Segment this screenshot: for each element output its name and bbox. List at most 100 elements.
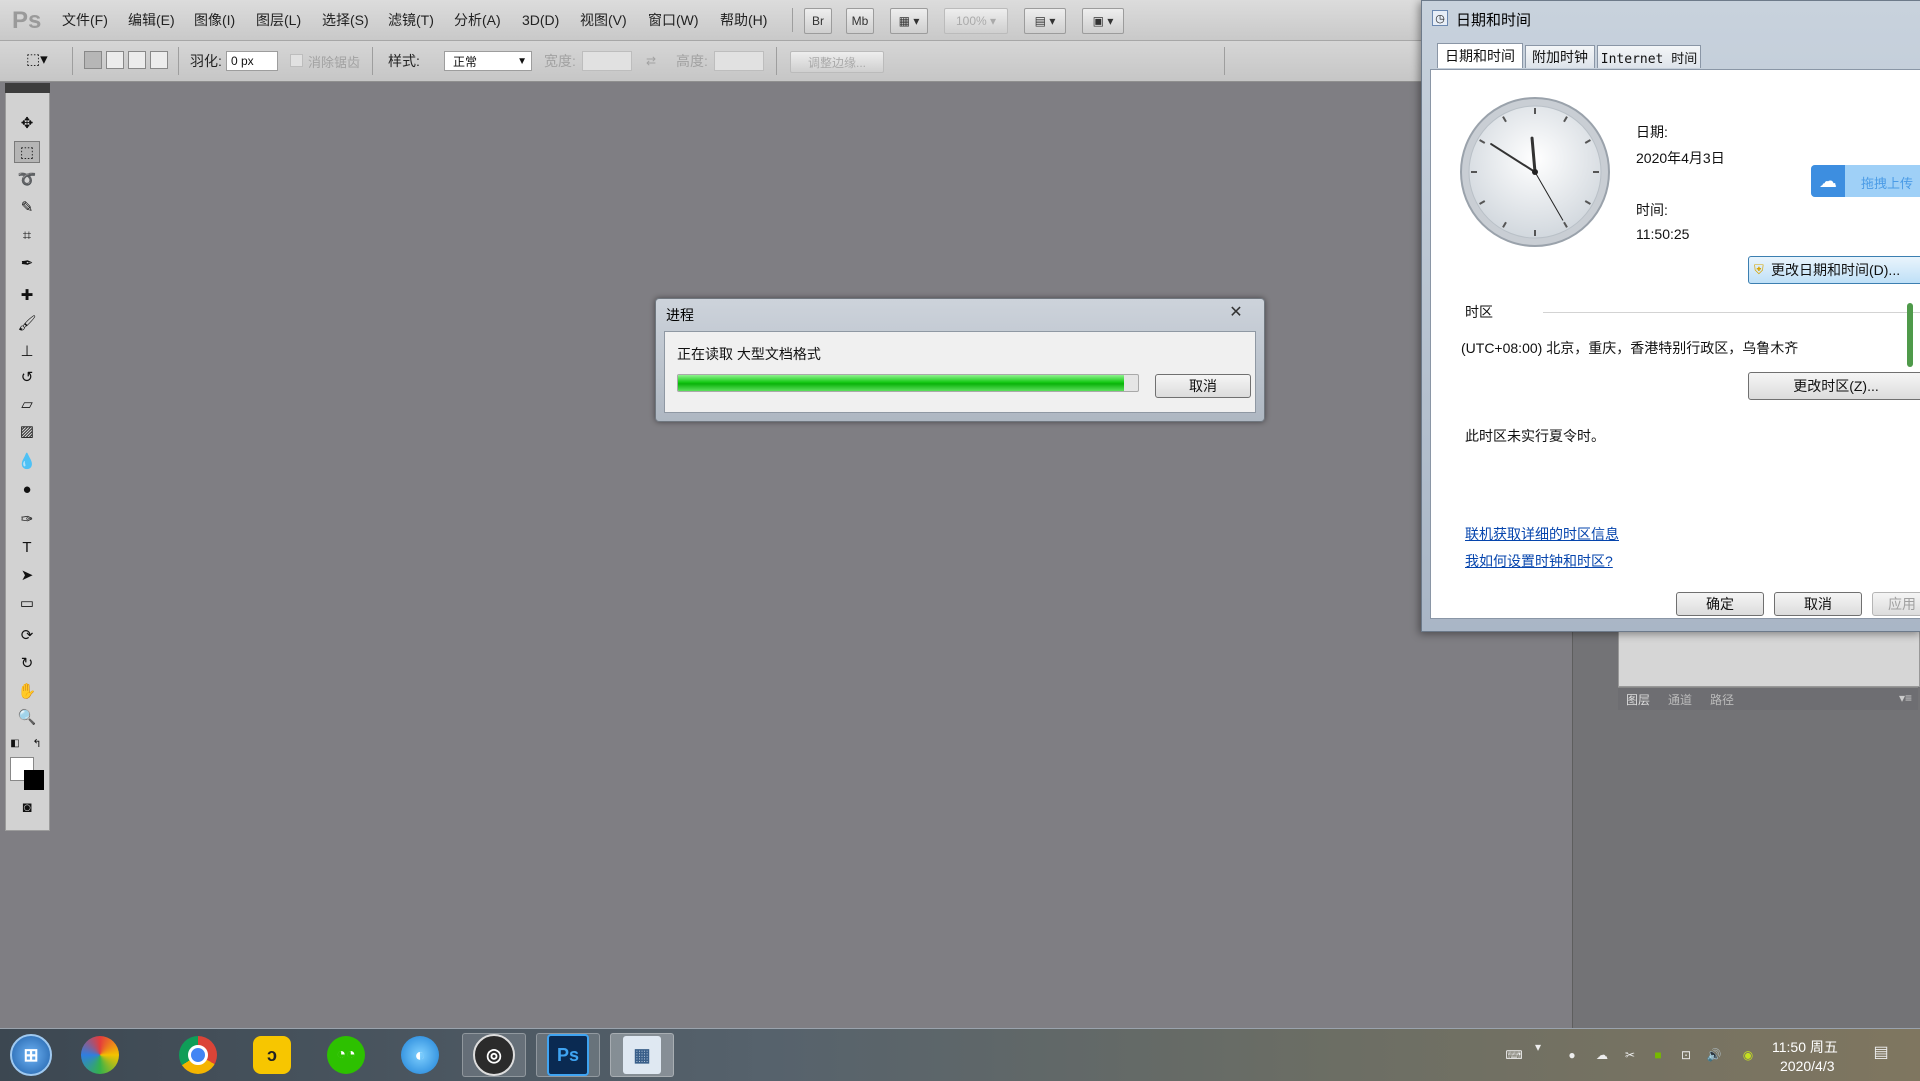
cloud-upload-widget[interactable]: ☁ 拖拽上传 <box>1811 165 1920 197</box>
healing-brush-tool-icon[interactable]: ✚ <box>14 284 40 306</box>
menu-filter[interactable]: 滤镜(T) <box>388 0 434 40</box>
3d-rotate-tool-icon[interactable]: ⟳ <box>14 624 40 646</box>
zoom-level-dropdown[interactable]: 100% ▾ <box>944 8 1008 34</box>
width-input[interactable] <box>582 51 632 71</box>
taskbar-app-chrome[interactable] <box>166 1033 230 1077</box>
timezone-label: 时区 <box>1465 304 1493 320</box>
tab-internet-time[interactable]: Internet 时间 <box>1597 45 1701 68</box>
cancel-button[interactable]: 取消 <box>1774 592 1862 616</box>
tray-cloud-icon[interactable]: ☁ <box>1594 1047 1610 1063</box>
type-tool-icon[interactable]: T <box>14 536 40 558</box>
change-timezone-button[interactable]: 更改时区(Z)... <box>1748 372 1920 400</box>
brush-tool-icon[interactable]: 🖌 <box>14 312 40 334</box>
menu-help[interactable]: 帮助(H) <box>720 0 767 40</box>
start-button[interactable]: ⊞ <box>0 1033 62 1077</box>
tray-nvidia-icon[interactable]: ■ <box>1650 1047 1666 1063</box>
taskbar-app-obs[interactable]: ◎ <box>462 1033 526 1077</box>
add-selection-icon[interactable] <box>106 51 124 69</box>
rect-marquee-tool-icon[interactable]: ⬚ <box>14 141 40 163</box>
zoom-tool-icon[interactable]: 🔍 <box>14 706 40 728</box>
taskbar-app-yellow[interactable]: ↄ <box>240 1033 304 1077</box>
tray-clock-time[interactable]: 11:50 周五 <box>1772 1037 1838 1057</box>
apply-button[interactable]: 应用 <box>1872 592 1920 616</box>
history-brush-tool-icon[interactable]: ↺ <box>14 366 40 388</box>
close-button[interactable]: ✕ <box>1216 302 1256 322</box>
height-input[interactable] <box>714 51 764 71</box>
new-selection-icon[interactable] <box>84 51 102 69</box>
hand-tool-icon[interactable]: ✋ <box>14 680 40 702</box>
tray-expand-icon[interactable]: ▾ <box>1530 1039 1546 1055</box>
taskbar-app-pinwheel[interactable] <box>68 1033 132 1077</box>
photoshop-logo: Ps <box>12 7 42 34</box>
antialias-checkbox[interactable] <box>290 54 303 67</box>
shape-tool-icon[interactable]: ▭ <box>14 592 40 614</box>
pen-tool-icon[interactable]: ✑ <box>14 508 40 530</box>
cancel-button[interactable]: 取消 <box>1155 374 1251 398</box>
tray-app-red-icon[interactable]: ● <box>1564 1047 1580 1063</box>
menu-edit[interactable]: 编辑(E) <box>128 0 175 40</box>
foreground-color-swatch[interactable] <box>24 770 44 790</box>
tab-paths[interactable]: 路径 <box>1710 691 1734 708</box>
view-extras-button[interactable]: ▦ ▾ <box>890 8 928 34</box>
mini-bridge-button[interactable]: Mb <box>846 8 874 34</box>
menu-file[interactable]: 文件(F) <box>62 0 108 40</box>
cloud-upload-icon: ☁ <box>1811 165 1845 197</box>
menu-image[interactable]: 图像(I) <box>194 0 235 40</box>
crop-tool-icon[interactable]: ⌗ <box>14 224 40 246</box>
screen-mode-button[interactable]: ▣ ▾ <box>1082 8 1124 34</box>
tools-panel-grip[interactable] <box>5 83 50 93</box>
panel-menu-icon[interactable]: ▾≡ <box>1899 691 1912 705</box>
quick-mask-icon[interactable]: ◙ <box>14 796 40 818</box>
bridge-button[interactable]: Br <box>804 8 832 34</box>
intersect-selection-icon[interactable] <box>150 51 168 69</box>
ok-button[interactable]: 确定 <box>1676 592 1764 616</box>
timezone-info-link[interactable]: 联机获取详细的时区信息 <box>1465 524 1619 544</box>
tray-tool-icon[interactable]: ✂ <box>1622 1047 1638 1063</box>
feather-input[interactable]: 0 px <box>226 51 278 71</box>
menu-analysis[interactable]: 分析(A) <box>454 0 501 40</box>
3d-orbit-tool-icon[interactable]: ↻ <box>14 652 40 674</box>
layers-panel-tabs: 图层 通道 路径 ▾≡ <box>1618 687 1918 710</box>
clock-help-link[interactable]: 我如何设置时钟和时区? <box>1465 551 1613 571</box>
tab-channels[interactable]: 通道 <box>1668 691 1692 708</box>
style-dropdown[interactable]: 正常 ▼ <box>444 51 532 71</box>
lasso-tool-icon[interactable]: ➰ <box>14 168 40 190</box>
keyboard-icon[interactable]: ⌨ <box>1505 1047 1522 1063</box>
dodge-tool-icon[interactable]: ● <box>14 478 40 500</box>
volume-icon[interactable]: 🔊 <box>1706 1047 1722 1063</box>
scrollbar-thumb[interactable] <box>1907 303 1913 367</box>
quick-select-tool-icon[interactable]: ✎ <box>14 196 40 218</box>
refine-edge-button[interactable]: 调整边缘... <box>790 51 884 73</box>
eyedropper-tool-icon[interactable]: ✒ <box>14 252 40 274</box>
path-select-tool-icon[interactable]: ➤ <box>14 564 40 586</box>
blur-tool-icon[interactable]: 💧 <box>14 450 40 472</box>
tab-layers[interactable]: 图层 <box>1626 691 1650 708</box>
eraser-tool-icon[interactable]: ▱ <box>14 393 40 415</box>
taskbar-app-datetime[interactable]: ▦ <box>610 1033 674 1077</box>
clone-stamp-tool-icon[interactable]: ⊥ <box>14 340 40 362</box>
menu-layer[interactable]: 图层(L) <box>256 0 301 40</box>
move-tool-icon[interactable]: ✥ <box>14 112 40 134</box>
default-colors-icon[interactable]: ◧ <box>8 732 22 754</box>
notification-icon[interactable]: ▤ <box>1870 1041 1892 1063</box>
tray-clock-date[interactable]: 2020/4/3 <box>1780 1058 1835 1074</box>
swap-colors-icon[interactable]: ↰ <box>30 732 44 754</box>
taskbar-app-wechat[interactable]: ◔◔ <box>314 1033 378 1077</box>
menu-select[interactable]: 选择(S) <box>322 0 369 40</box>
options-divider <box>1224 47 1225 75</box>
gradient-tool-icon[interactable]: ▨ <box>14 420 40 442</box>
menu-view[interactable]: 视图(V) <box>580 0 627 40</box>
taskbar-app-browser[interactable]: ◐ <box>388 1033 452 1077</box>
menu-window[interactable]: 窗口(W) <box>648 0 699 40</box>
network-icon[interactable]: ⊡ <box>1678 1047 1694 1063</box>
taskbar-app-photoshop[interactable]: Ps <box>536 1033 600 1077</box>
arrange-documents-button[interactable]: ▤ ▾ <box>1024 8 1066 34</box>
change-datetime-button[interactable]: ⛨ 更改日期和时间(D)... <box>1748 256 1920 284</box>
tab-additional-clocks[interactable]: 附加时钟 <box>1525 45 1595 68</box>
subtract-selection-icon[interactable] <box>128 51 146 69</box>
tab-date-time[interactable]: 日期和时间 <box>1437 43 1523 68</box>
marquee-preset-icon[interactable]: ⬚▾ <box>26 50 48 68</box>
tray-app-green-icon[interactable]: ◉ <box>1740 1047 1756 1063</box>
menu-3d[interactable]: 3D(D) <box>522 0 559 40</box>
swap-icon[interactable]: ⇄ <box>646 41 656 81</box>
